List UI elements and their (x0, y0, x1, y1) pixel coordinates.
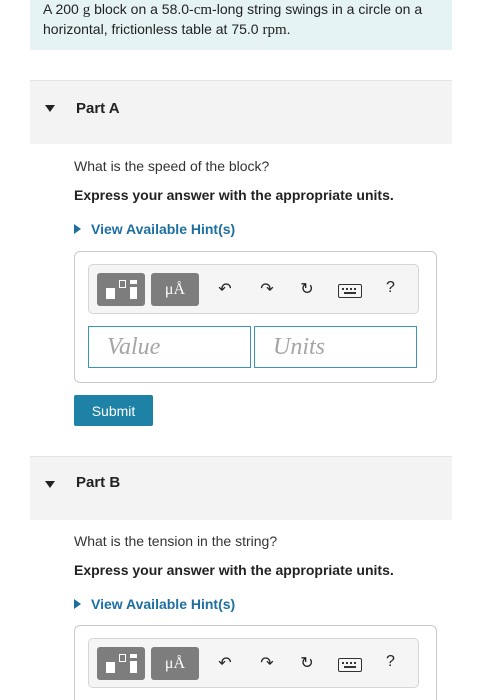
part-b-answer-box: μÅ ↶ ↷ ↻ ? (74, 625, 437, 700)
templates-button[interactable] (97, 273, 145, 306)
collapse-triangle-icon[interactable] (45, 105, 55, 112)
math-toolbar: μÅ ↶ ↷ ↻ ? (88, 264, 419, 314)
templates-icon-small (119, 280, 126, 288)
reset-icon[interactable]: ↻ (297, 654, 317, 674)
part-b-hint-link[interactable]: View Available Hint(s) (74, 596, 235, 612)
value-field[interactable] (88, 326, 251, 368)
units-input[interactable] (255, 327, 416, 367)
keyboard-icon[interactable] (338, 658, 362, 672)
expand-triangle-icon (74, 599, 81, 609)
units-button[interactable]: μÅ (151, 273, 199, 306)
help-icon[interactable]: ? (386, 279, 395, 297)
templates-icon-block (130, 661, 137, 673)
templates-icon-small (119, 654, 126, 662)
part-a-title: Part A (76, 100, 120, 117)
unit-cm: cm (193, 2, 213, 18)
reset-icon[interactable]: ↻ (297, 280, 317, 300)
units-button[interactable]: μÅ (151, 647, 199, 680)
help-icon[interactable]: ? (386, 653, 395, 671)
templates-icon (106, 662, 115, 673)
problem-text: A 200 g block on a 58.0-cm-long string s… (43, 1, 423, 38)
redo-icon[interactable]: ↷ (257, 654, 277, 674)
value-input[interactable] (89, 327, 250, 367)
redo-icon[interactable]: ↷ (257, 280, 277, 300)
templates-icon-bar (130, 280, 137, 284)
part-a-instruction: Express your answer with the appropriate… (74, 187, 394, 203)
collapse-triangle-icon[interactable] (45, 481, 55, 488)
expand-triangle-icon (74, 224, 81, 234)
problem-statement: A 200 g block on a 58.0-cm-long string s… (30, 0, 452, 50)
unit-rpm: rpm (262, 22, 287, 38)
part-a-hint-link[interactable]: View Available Hint(s) (74, 221, 235, 237)
submit-button[interactable]: Submit (74, 395, 153, 426)
undo-icon[interactable]: ↶ (215, 654, 235, 674)
templates-button[interactable] (97, 647, 145, 680)
part-a-answer-box: μÅ ↶ ↷ ↻ ? (74, 251, 437, 383)
keyboard-icon[interactable] (338, 284, 362, 298)
part-b-question: What is the tension in the string? (74, 533, 278, 549)
templates-icon-bar (130, 654, 137, 658)
part-a-question: What is the speed of the block? (74, 158, 270, 174)
part-b-instruction: Express your answer with the appropriate… (74, 562, 394, 578)
part-a-header[interactable]: Part A (30, 80, 452, 144)
part-b-header[interactable]: Part B (30, 456, 452, 520)
templates-icon-block (130, 287, 137, 299)
undo-icon[interactable]: ↶ (215, 280, 235, 300)
templates-icon (106, 288, 115, 299)
part-b-title: Part B (76, 474, 121, 491)
math-toolbar: μÅ ↶ ↷ ↻ ? (88, 638, 419, 688)
units-field[interactable] (254, 326, 417, 368)
